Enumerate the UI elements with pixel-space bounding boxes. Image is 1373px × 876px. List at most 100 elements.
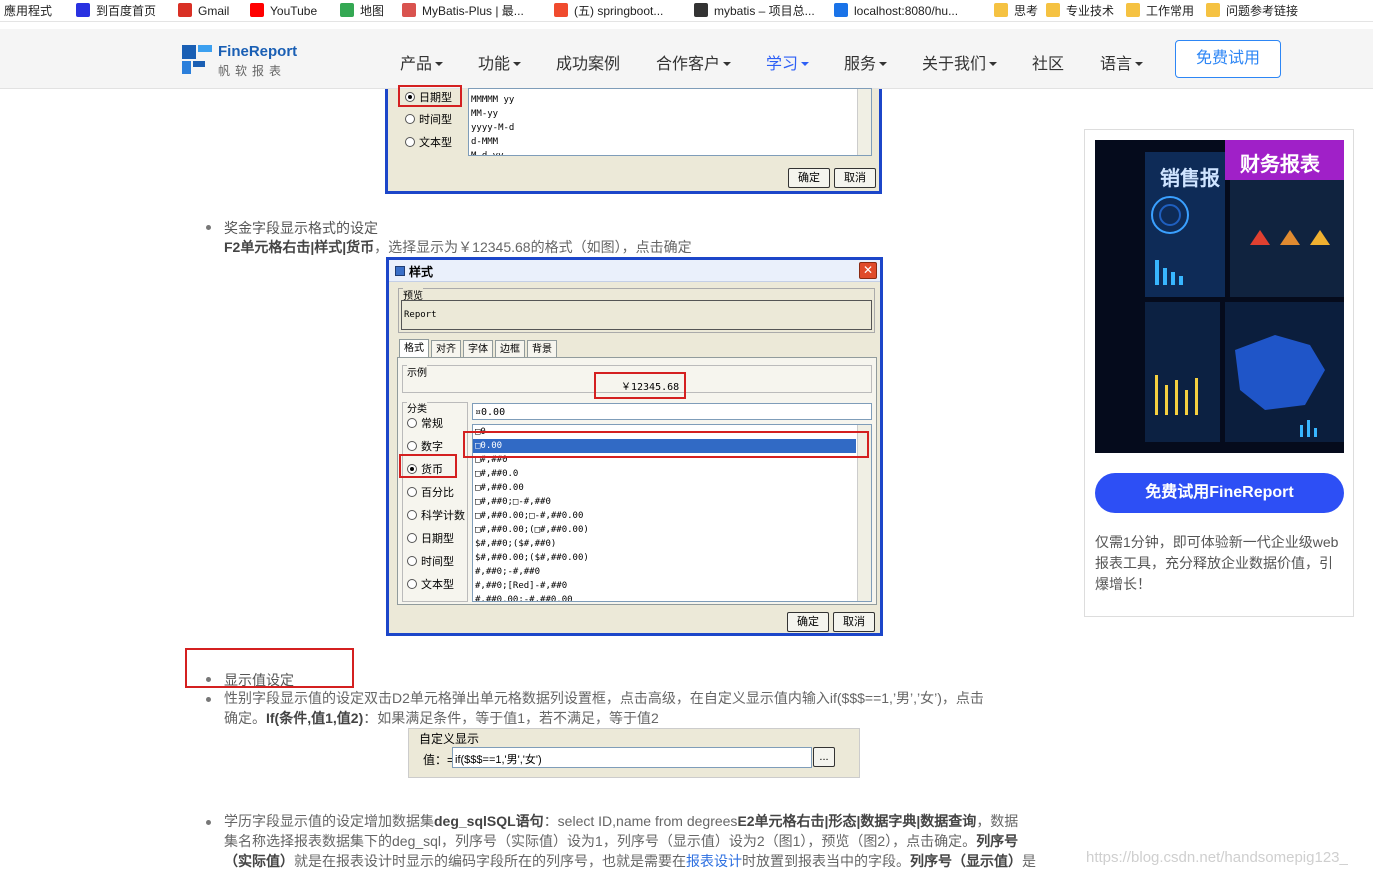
format-list-item[interactable]: □#,##0.00;(□#,##0.00) <box>475 523 589 537</box>
radio-date-type[interactable]: 日期型 <box>405 89 452 105</box>
list-item[interactable]: yyyy-M-d <box>471 121 514 135</box>
format-list-item[interactable]: □#,##0;□-#,##0 <box>475 495 551 509</box>
bookmark-label: 到百度首页 <box>96 4 157 18</box>
bookmark-item[interactable]: 應用程式 <box>4 3 52 19</box>
csdn-icon <box>554 3 568 17</box>
category-label: 分类 <box>407 400 427 415</box>
nav-item[interactable]: 成功案例 <box>556 50 620 74</box>
custom-display-box: 自定义显示 值：= if($$$==1,'男','女') ... <box>408 728 860 778</box>
report-design-link[interactable]: 报表设计 <box>686 853 742 869</box>
tab[interactable]: 对齐 <box>431 340 461 358</box>
category-radio[interactable]: 常规 <box>407 415 443 431</box>
tab[interactable]: 字体 <box>463 340 493 358</box>
category-radio[interactable]: 数字 <box>407 438 443 454</box>
cancel-button[interactable]: 取消 <box>834 168 876 188</box>
nav-item[interactable]: 学习 <box>766 50 810 74</box>
free-trial-button[interactable]: 免费试用 <box>1175 40 1281 78</box>
nav-item[interactable]: 社区 <box>1032 50 1064 74</box>
browse-button[interactable]: ... <box>813 747 835 767</box>
style-dialog: 样式 ✕ 预览 Report 格式 对齐 字体 边框 背景 示例 ￥12345.68 分… <box>386 257 883 636</box>
radio-text-type[interactable]: 文本型 <box>405 134 452 150</box>
promo-image[interactable]: 销售报 财务报表 <box>1095 140 1344 453</box>
bookmark-item[interactable]: mybatis – 项目总... <box>694 3 815 19</box>
format-list-item[interactable]: □#,##0.0 <box>475 467 518 481</box>
list-item[interactable]: MMMMM yy <box>471 93 514 107</box>
category-label: 常规 <box>421 418 443 430</box>
preview-box: Report <box>401 300 872 330</box>
maps-icon <box>340 3 354 17</box>
mybatis-plus-icon <box>402 3 416 17</box>
nav-item[interactable]: 语言 <box>1100 50 1144 74</box>
dialog-app-icon <box>395 266 405 276</box>
close-icon[interactable]: ✕ <box>859 262 877 279</box>
cancel-button[interactable]: 取消 <box>833 612 875 632</box>
nav-item-label: 语言 <box>1100 56 1133 73</box>
format-list-item[interactable]: #,##0.00;-#,##0.00 <box>475 593 573 601</box>
nav-item[interactable]: 服务 <box>844 50 888 74</box>
custom-value-input[interactable]: if($$$==1,'男','女') <box>452 747 812 768</box>
category-group: 分类 常规 数字 货币 百分比 科学计数 日期型 时间型 文本型 <box>402 400 468 602</box>
format-list-item[interactable]: $#,##0;($#,##0) <box>475 537 556 551</box>
list-item[interactable]: M-d-yy <box>471 149 504 155</box>
tab[interactable]: 背景 <box>527 340 557 358</box>
finereport-logo-icon <box>182 45 212 74</box>
radio-icon <box>407 533 417 543</box>
site-header: FineReport 帆软报表 产品 功能 成功案例 合作客户 学习 服务 关于我们 社区 语言… <box>0 29 1373 89</box>
bookmark-item[interactable]: 问题参考链接 <box>1206 3 1298 19</box>
format-list-item[interactable]: $#,##0.00;($#,##0.00) <box>475 551 589 565</box>
category-radio[interactable]: 日期型 <box>407 530 454 546</box>
gender-description: 性别字段显示值的设定双击D2单元格弹出单元格数据列设置框，点击高级，在自定义显示… <box>224 690 984 726</box>
list-scrollbar[interactable] <box>857 89 871 155</box>
radio-time-type[interactable]: 时间型 <box>405 111 452 127</box>
nav-item[interactable]: 合作客户 <box>656 50 732 74</box>
category-label: 日期型 <box>421 533 454 545</box>
list-item[interactable]: MM-yy <box>471 107 498 121</box>
logo-text-en: FineReport <box>218 43 298 60</box>
date-format-list[interactable]: MMMMM yy MM-yy yyyy-M-d d-MMM M-d-yy <box>468 88 872 156</box>
bookmark-item[interactable]: 到百度首页 <box>76 3 156 19</box>
list-item[interactable]: d-MMM <box>471 135 498 149</box>
category-label: 数字 <box>421 441 443 453</box>
folder-icon <box>1046 3 1060 17</box>
tab[interactable]: 格式 <box>399 339 429 358</box>
tab[interactable]: 边框 <box>495 340 525 358</box>
bookmark-item[interactable]: 工作常用 <box>1126 3 1194 19</box>
nav-item[interactable]: 关于我们 <box>922 50 998 74</box>
bookmark-item[interactable]: 思考 <box>994 3 1038 19</box>
format-list-item[interactable]: #,##0;-#,##0 <box>475 565 540 579</box>
nav-item[interactable]: 功能 <box>478 50 522 74</box>
free-trial-finereport-button[interactable]: 免费试用FineReport <box>1095 473 1344 513</box>
folder-icon <box>1206 3 1220 17</box>
radio-icon <box>407 556 417 566</box>
bookmark-item[interactable]: Gmail <box>178 3 229 19</box>
category-label: 文本型 <box>421 579 454 591</box>
category-radio[interactable]: 时间型 <box>407 553 454 569</box>
bookmark-item[interactable]: 地图 <box>340 3 384 19</box>
finereport-logo[interactable]: FineReport 帆软报表 <box>182 43 302 79</box>
radio-icon <box>407 487 417 497</box>
category-radio[interactable]: 百分比 <box>407 484 454 500</box>
custom-display-title: 自定义显示 <box>419 732 480 746</box>
bookmark-label: Gmail <box>198 4 230 18</box>
bookmark-item[interactable]: localhost:8080/hu... <box>834 3 958 19</box>
format-list-item[interactable]: □#,##0.00 <box>475 481 524 495</box>
nav-item-label: 成功案例 <box>556 56 621 73</box>
caret-down-icon <box>513 62 522 66</box>
gmail-icon <box>178 3 192 17</box>
youtube-icon <box>250 3 264 17</box>
bookmark-item[interactable]: (五) springboot... <box>554 3 663 19</box>
nav-item[interactable]: 产品 <box>400 50 444 74</box>
ok-button[interactable]: 确定 <box>787 612 829 632</box>
bookmark-item[interactable]: MyBatis-Plus | 最... <box>402 3 524 19</box>
caret-down-icon <box>723 62 732 66</box>
ok-button[interactable]: 确定 <box>788 168 830 188</box>
category-radio[interactable]: 科学计数 <box>407 507 465 523</box>
format-input[interactable]: ¤0.00 <box>472 403 872 420</box>
nav-item-label: 社区 <box>1032 56 1065 73</box>
category-radio[interactable]: 文本型 <box>407 576 454 592</box>
format-list-item[interactable]: #,##0;[Red]-#,##0 <box>475 579 567 593</box>
format-list-item[interactable]: □#,##0.00;□-#,##0.00 <box>475 509 583 523</box>
example-label: 示例 <box>407 364 427 379</box>
bookmark-item[interactable]: 专业技术 <box>1046 3 1114 19</box>
bookmark-item[interactable]: YouTube <box>250 3 317 19</box>
